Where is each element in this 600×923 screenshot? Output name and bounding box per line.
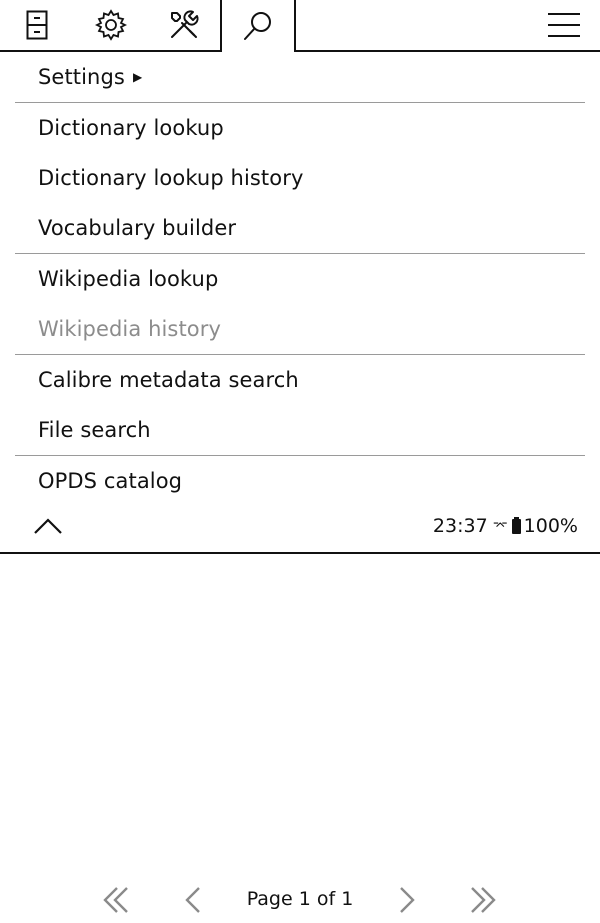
wifi-off-icon: ⌤ bbox=[492, 518, 508, 534]
page-indicator[interactable]: Page 1 of 1 bbox=[0, 888, 600, 910]
tab-reader[interactable] bbox=[0, 0, 74, 50]
next-page-button[interactable] bbox=[389, 884, 425, 916]
chevron-up-icon bbox=[34, 518, 62, 534]
tab-main-menu[interactable] bbox=[527, 0, 600, 50]
battery-level: 100% bbox=[523, 515, 578, 537]
collapse-menu-button[interactable] bbox=[28, 511, 68, 541]
chevron-double-right-icon bbox=[471, 887, 496, 913]
tab-settings[interactable] bbox=[74, 0, 148, 50]
menu-footer: 23:37 ⌤ 100% bbox=[0, 503, 600, 551]
tab-tools[interactable] bbox=[148, 0, 220, 50]
menu-item-wikipedia-lookup[interactable]: Wikipedia lookup bbox=[15, 254, 585, 304]
clock: 23:37 bbox=[432, 515, 488, 537]
menu-item-settings[interactable]: Settings ▶ bbox=[15, 52, 585, 102]
chevron-right-icon bbox=[400, 887, 415, 913]
menu-item-label: Settings bbox=[38, 65, 125, 89]
menu-item-label: Dictionary lookup history bbox=[38, 166, 304, 190]
search-menu: Settings ▶ Dictionary lookup Dictionary … bbox=[15, 52, 585, 506]
battery-icon bbox=[511, 516, 521, 534]
menu-item-label: Wikipedia lookup bbox=[38, 267, 219, 291]
menu-item-dictionary-lookup[interactable]: Dictionary lookup bbox=[15, 103, 585, 153]
menu-item-calibre-metadata-search[interactable]: Calibre metadata search bbox=[15, 355, 585, 405]
menu-item-label: OPDS catalog bbox=[38, 469, 183, 493]
menu-item-wikipedia-history: Wikipedia history bbox=[15, 304, 585, 354]
tab-divider bbox=[220, 0, 222, 52]
menu-item-label: Calibre metadata search bbox=[38, 368, 299, 392]
pagination: Page 1 of 1 bbox=[0, 878, 600, 923]
menu-bottom-border bbox=[0, 552, 600, 554]
menu-item-label: File search bbox=[38, 418, 151, 442]
last-page-button[interactable] bbox=[465, 884, 501, 916]
menu-item-dictionary-lookup-history[interactable]: Dictionary lookup history bbox=[15, 153, 585, 203]
menu-item-label: Dictionary lookup bbox=[38, 116, 224, 140]
tab-divider bbox=[294, 0, 296, 52]
menu-item-opds-catalog[interactable]: OPDS catalog bbox=[15, 456, 585, 506]
tools-icon bbox=[171, 10, 199, 38]
search-icon bbox=[244, 12, 271, 40]
hamburger-menu-icon bbox=[547, 13, 580, 37]
menu-item-file-search[interactable]: File search bbox=[15, 405, 585, 455]
menu-item-label: Wikipedia history bbox=[38, 317, 222, 341]
submenu-arrow-icon: ▶ bbox=[132, 70, 143, 84]
status-indicators: 23:37 ⌤ 100% bbox=[433, 515, 578, 537]
tab-search[interactable] bbox=[221, 0, 295, 52]
menu-item-vocabulary-builder[interactable]: Vocabulary builder bbox=[15, 203, 585, 253]
tab-bar bbox=[0, 0, 600, 52]
file-cabinet-icon bbox=[26, 10, 48, 40]
gear-icon bbox=[95, 9, 127, 41]
menu-item-label: Vocabulary builder bbox=[38, 216, 237, 240]
